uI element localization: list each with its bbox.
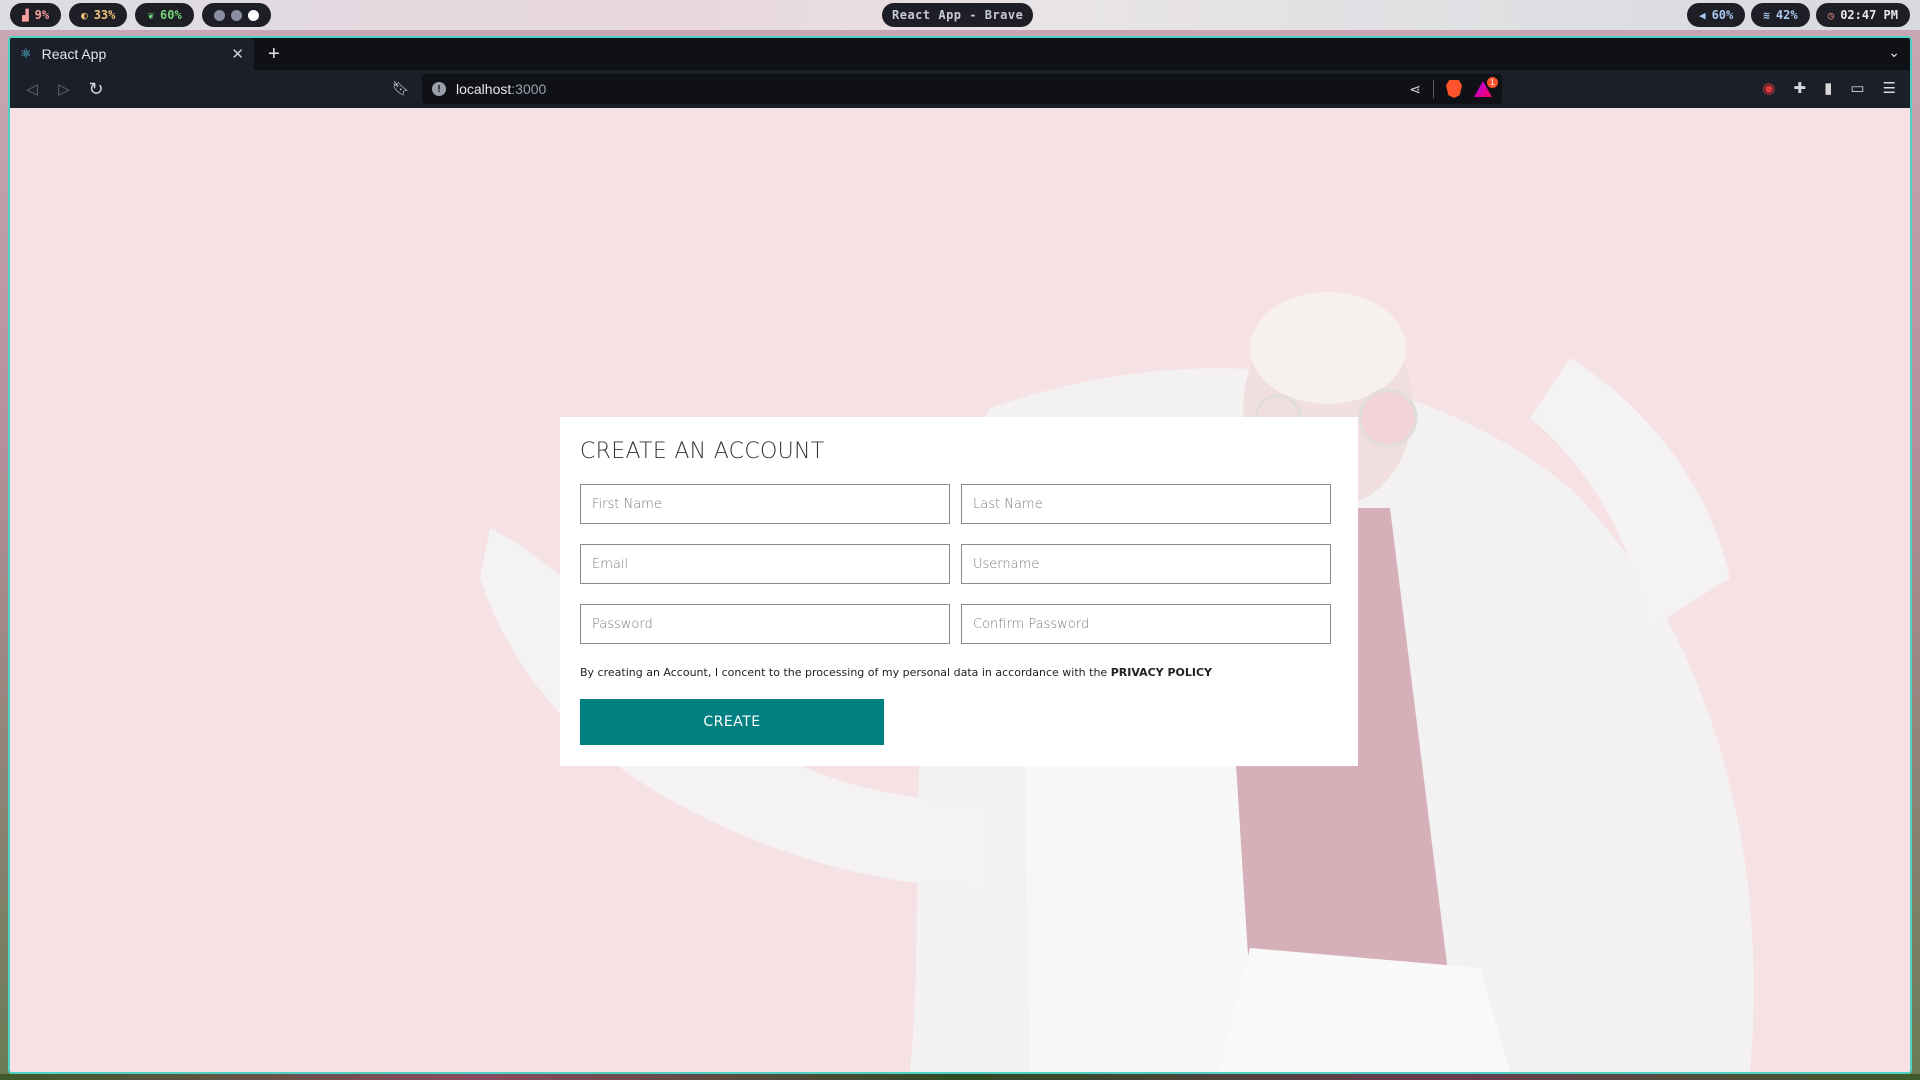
cpu-value: 9% xyxy=(34,8,50,22)
site-info-icon[interactable]: ! xyxy=(432,82,446,96)
wifi-value: 42% xyxy=(1775,8,1798,22)
desktop-wallpaper-edge xyxy=(0,1074,1920,1080)
tab-list-chevron-icon[interactable]: ⌄ xyxy=(1888,44,1900,61)
new-tab-button[interactable]: + xyxy=(268,43,280,66)
battery-value: 60% xyxy=(160,8,182,22)
signup-card: CREATE AN ACCOUNT By creating an Account… xyxy=(560,417,1358,766)
clock-indicator[interactable]: ◷ 02:47 PM xyxy=(1815,3,1910,27)
forward-button[interactable]: ▷ xyxy=(48,80,80,98)
tab-title: React App xyxy=(41,46,107,62)
leaf-icon: ❦ xyxy=(147,8,155,22)
signup-form-fields xyxy=(580,484,1331,644)
volume-indicator[interactable]: ◀ 60% xyxy=(1686,3,1746,27)
close-tab-icon[interactable]: ✕ xyxy=(231,45,244,63)
create-account-button[interactable]: CREATE xyxy=(580,699,884,745)
page-viewport: CREATE AN ACCOUNT By creating an Account… xyxy=(10,108,1910,1072)
volume-value: 60% xyxy=(1711,8,1734,22)
hidden-eye-icon[interactable]: ◉ xyxy=(1762,79,1775,97)
clock-value: 02:47 PM xyxy=(1840,8,1898,22)
bookmark-icon[interactable]: 🔖︎ xyxy=(392,80,410,97)
clock-icon: ◷ xyxy=(1827,8,1835,22)
last-name-input[interactable] xyxy=(961,484,1331,524)
wallet-icon[interactable]: ▭ xyxy=(1850,79,1864,97)
workspace-switcher[interactable] xyxy=(201,3,271,27)
speaker-icon: ◀ xyxy=(1698,8,1706,22)
workspace-dot[interactable] xyxy=(213,9,225,21)
agreement-text: By creating an Account, I concent to the… xyxy=(580,666,1338,679)
confirm-password-input[interactable] xyxy=(961,604,1331,644)
memory-indicator[interactable]: ◐ 33% xyxy=(69,3,128,27)
browser-toolbar: ◁ ▷ ↻ 🔖︎ ! localhost :3000 ⋖ 1 ◉ ✚ ▮ ▭ ☰ xyxy=(10,70,1910,108)
workspace-dot-active[interactable] xyxy=(247,9,259,21)
menu-icon[interactable]: ☰ xyxy=(1883,79,1896,97)
url-host: localhost xyxy=(456,81,512,97)
tab-bar: ⚛ React App ✕ + ⌄ xyxy=(10,38,1910,70)
address-bar[interactable]: ! localhost :3000 ⋖ 1 xyxy=(422,74,1502,104)
first-name-input[interactable] xyxy=(580,484,950,524)
chart-icon: ▟ xyxy=(22,8,29,22)
sidebar-toggle-icon[interactable]: ▮ xyxy=(1824,79,1832,97)
rewards-badge: 1 xyxy=(1487,77,1498,88)
brave-shields-icon[interactable] xyxy=(1446,80,1462,98)
workspace-dot[interactable] xyxy=(230,9,242,21)
wifi-indicator[interactable]: ≋ 42% xyxy=(1751,3,1810,27)
active-window-title: React App - Brave xyxy=(882,3,1034,27)
divider xyxy=(1433,80,1434,98)
share-icon[interactable]: ⋖ xyxy=(1409,81,1421,98)
form-title: CREATE AN ACCOUNT xyxy=(580,439,825,464)
password-input[interactable] xyxy=(580,604,950,644)
battery-indicator[interactable]: ❦ 60% xyxy=(135,3,194,27)
email-input[interactable] xyxy=(580,544,950,584)
extensions-icon[interactable]: ✚ xyxy=(1794,79,1807,97)
system-top-bar: ▟ 9% ◐ 33% ❦ 60% React App - Brave ◀ 60%… xyxy=(0,0,1920,30)
wifi-icon: ≋ xyxy=(1763,8,1770,22)
browser-window: ⚛ React App ✕ + ⌄ ◁ ▷ ↻ 🔖︎ ! localhost :… xyxy=(8,36,1912,1074)
brave-rewards-icon[interactable]: 1 xyxy=(1474,77,1498,97)
reload-button[interactable]: ↻ xyxy=(80,79,112,100)
react-favicon-icon: ⚛ xyxy=(20,46,32,61)
username-input[interactable] xyxy=(961,544,1331,584)
cpu-indicator[interactable]: ▟ 9% xyxy=(10,3,62,27)
url-port: :3000 xyxy=(511,81,547,97)
memory-value: 33% xyxy=(93,8,116,22)
back-button[interactable]: ◁ xyxy=(16,80,48,98)
tab-react-app[interactable]: ⚛ React App ✕ xyxy=(10,38,254,70)
memory-icon: ◐ xyxy=(81,8,88,22)
agreement-sentence: By creating an Account, I concent to the… xyxy=(580,666,1111,679)
privacy-policy-link[interactable]: PRIVACY POLICY xyxy=(1111,666,1212,679)
